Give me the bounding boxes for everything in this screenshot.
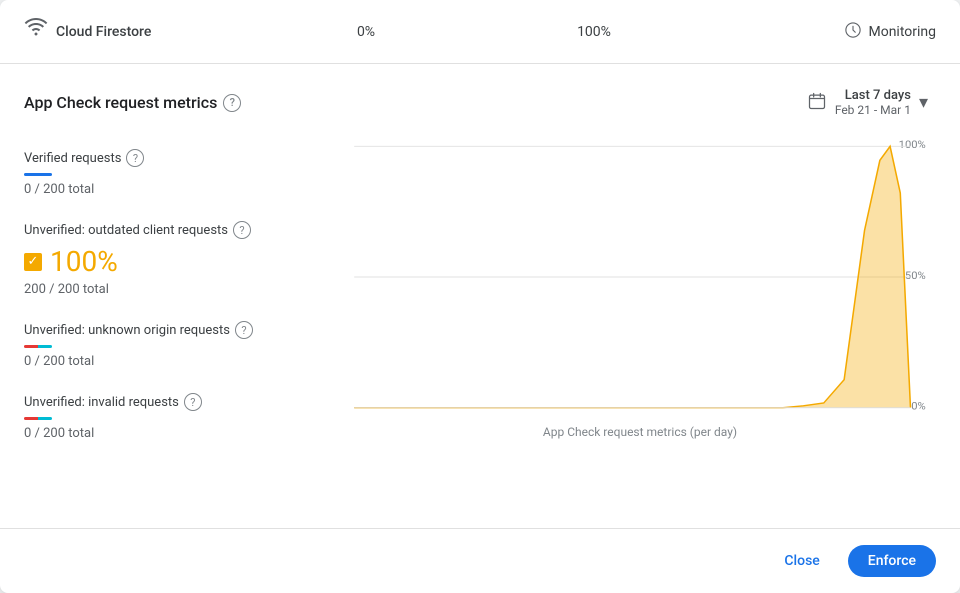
metrics-title: App Check request metrics ? xyxy=(24,93,241,112)
metric-unknown: Unverified: unknown origin requests ? 0 … xyxy=(24,309,328,381)
stat-0pct: 0% xyxy=(252,24,480,40)
svg-text:Feb 26: Feb 26 xyxy=(664,415,698,417)
svg-text:Feb 22: Feb 22 xyxy=(378,415,412,417)
dialog: Cloud Firestore 0% 100% Monitoring App C… xyxy=(0,0,960,593)
chart-svg: 100% 50% 0% Feb 2 xyxy=(344,137,936,417)
monitoring-link[interactable]: Monitoring xyxy=(708,21,936,43)
metric-outdated-label: Unverified: outdated client requests ? xyxy=(24,221,328,239)
help-icon-verified[interactable]: ? xyxy=(126,149,144,167)
metrics-title-text: App Check request metrics xyxy=(24,93,217,112)
date-range-text: Last 7 days Feb 21 - Mar 1 xyxy=(835,88,911,117)
help-icon-unknown[interactable]: ? xyxy=(235,321,253,339)
service-info: Cloud Firestore xyxy=(24,17,252,46)
metric-outdated-pct: 100% xyxy=(50,245,118,278)
chart-area: 100% 50% 0% Feb 2 xyxy=(344,137,936,528)
metric-verified-value: 0 / 200 total xyxy=(24,182,328,197)
svg-text:Feb 23: Feb 23 xyxy=(450,415,484,417)
metric-verified: Verified requests ? 0 / 200 total xyxy=(24,137,328,209)
body-area: Verified requests ? 0 / 200 total Unveri… xyxy=(24,137,936,528)
metrics-header: App Check request metrics ? Last 7 days … xyxy=(24,84,936,121)
chevron-down-icon: ▾ xyxy=(919,92,928,113)
chart-container: 100% 50% 0% Feb 2 xyxy=(344,137,936,528)
svg-text:Feb 24: Feb 24 xyxy=(521,415,555,417)
metric-invalid-value: 0 / 200 total xyxy=(24,426,328,441)
metric-unknown-label: Unverified: unknown origin requests ? xyxy=(24,321,328,339)
svg-text:Feb 25: Feb 25 xyxy=(593,415,627,417)
metric-outdated-pct-row: ✓ 100% xyxy=(24,245,328,278)
metric-outdated-value: 200 / 200 total xyxy=(24,282,328,297)
help-icon[interactable]: ? xyxy=(223,94,241,112)
svg-text:Mar 1: Mar 1 xyxy=(881,415,910,417)
top-bar: Cloud Firestore 0% 100% Monitoring xyxy=(0,0,960,64)
clock-icon xyxy=(844,21,862,43)
metric-verified-line xyxy=(24,173,52,176)
footer: Close Enforce xyxy=(0,528,960,593)
help-icon-invalid[interactable]: ? xyxy=(184,393,202,411)
enforce-button[interactable]: Enforce xyxy=(848,545,936,577)
svg-text:Feb 28: Feb 28 xyxy=(807,415,841,417)
firestore-icon xyxy=(24,17,48,46)
metric-unknown-line xyxy=(24,345,328,348)
calendar-icon xyxy=(807,91,827,115)
checkmark-icon: ✓ xyxy=(28,255,39,268)
service-name: Cloud Firestore xyxy=(56,24,151,40)
date-range-label: Last 7 days xyxy=(835,88,911,103)
metric-unknown-value: 0 / 200 total xyxy=(24,354,328,369)
main-content: App Check request metrics ? Last 7 days … xyxy=(0,64,960,528)
help-icon-outdated[interactable]: ? xyxy=(233,221,251,239)
metric-invalid-line xyxy=(24,417,328,420)
metric-invalid: Unverified: invalid requests ? 0 / 200 t… xyxy=(24,381,328,453)
metrics-panel: Verified requests ? 0 / 200 total Unveri… xyxy=(24,137,344,528)
svg-text:0%: 0% xyxy=(911,400,926,412)
metric-verified-label: Verified requests ? xyxy=(24,149,328,167)
close-button[interactable]: Close xyxy=(768,545,835,577)
checkbox-outdated[interactable]: ✓ xyxy=(24,253,42,271)
metric-invalid-label: Unverified: invalid requests ? xyxy=(24,393,328,411)
date-range-sublabel: Feb 21 - Mar 1 xyxy=(835,103,911,117)
svg-text:100%: 100% xyxy=(899,139,926,151)
chart-x-axis-label: App Check request metrics (per day) xyxy=(344,421,936,439)
date-range-picker[interactable]: Last 7 days Feb 21 - Mar 1 ▾ xyxy=(799,84,936,121)
svg-text:Feb 27: Feb 27 xyxy=(735,415,769,417)
monitoring-label: Monitoring xyxy=(868,24,936,40)
stat-100pct: 100% xyxy=(480,24,708,40)
metric-outdated: Unverified: outdated client requests ? ✓… xyxy=(24,209,328,309)
svg-text:50%: 50% xyxy=(905,269,926,281)
